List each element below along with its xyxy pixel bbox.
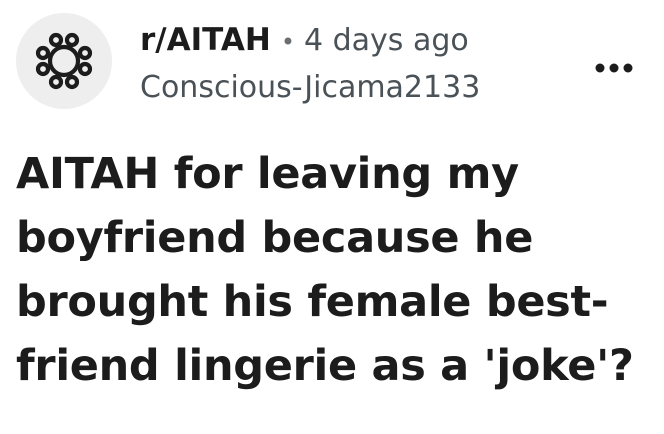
subreddit-avatar[interactable] <box>16 13 112 109</box>
post-meta: r/AITAH • 4 days ago Conscious-Jicama213… <box>140 25 480 103</box>
more-options-icon <box>595 63 633 73</box>
author-link[interactable]: Conscious-Jicama2133 <box>140 73 480 103</box>
subreddit-link[interactable]: r/AITAH <box>140 25 271 56</box>
more-options-button[interactable] <box>586 48 642 88</box>
post-card: r/AITAH • 4 days ago Conscious-Jicama213… <box>0 0 664 434</box>
post-timestamp: 4 days ago <box>303 23 469 58</box>
post-meta-row: r/AITAH • 4 days ago <box>140 25 480 56</box>
subreddit-community-icon <box>35 32 93 90</box>
post-title[interactable]: AITAH for leaving my boyfriend because h… <box>16 142 652 398</box>
meta-separator: • <box>280 28 295 56</box>
